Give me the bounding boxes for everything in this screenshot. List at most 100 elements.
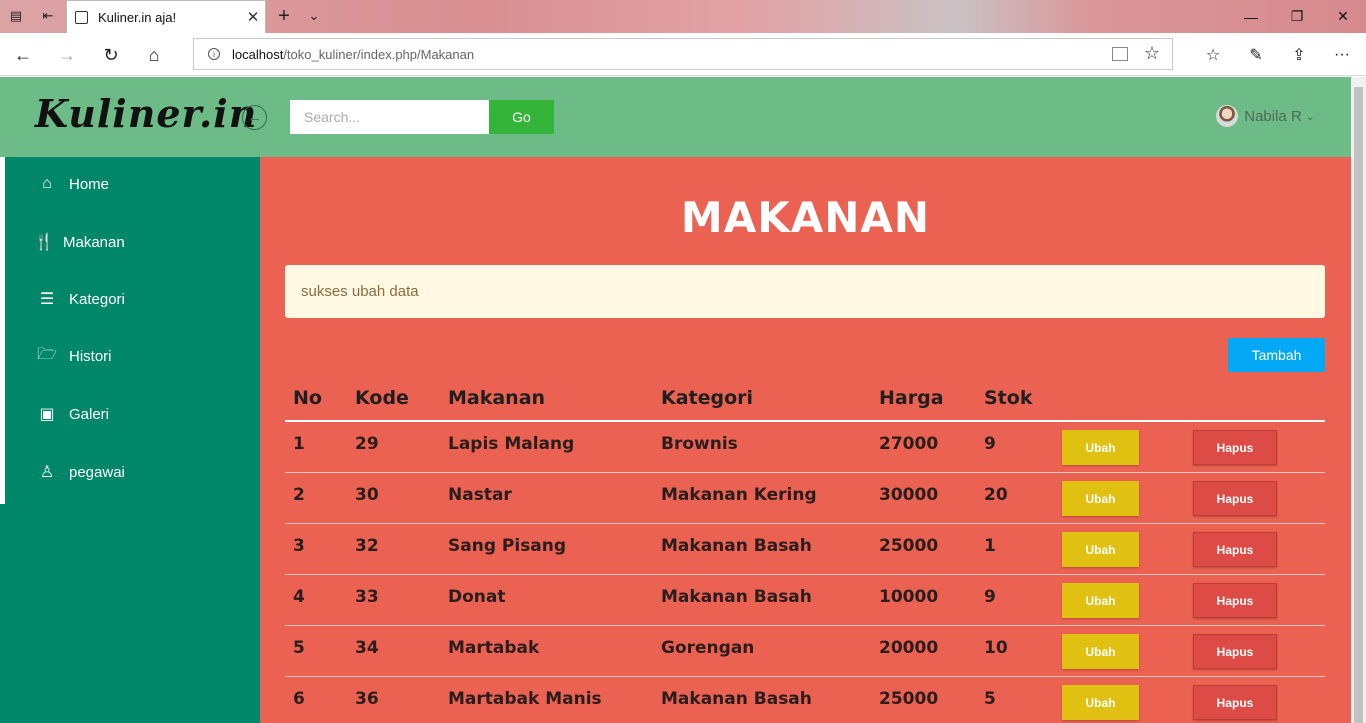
table-body: 1 29 Lapis Malang Brownis 27000 9 Ubah Hapus 2 30… xyxy=(285,422,1325,723)
delete-button[interactable]: Hapus xyxy=(1193,481,1277,516)
edit-button[interactable]: Ubah xyxy=(1062,634,1139,669)
cell-makanan: Lapis Malang xyxy=(448,434,575,454)
cell-harga: 25000 xyxy=(879,536,939,556)
main-content: MAKANAN sukses ubah data Tambah No Kode … xyxy=(260,157,1351,723)
sidebar-item-galeri[interactable]: ▣ Galeri xyxy=(5,394,260,434)
share-icon[interactable]: ⇪ xyxy=(1286,43,1312,67)
edit-button[interactable]: Ubah xyxy=(1062,532,1139,567)
vertical-scrollbar[interactable] xyxy=(1351,77,1366,723)
set-aside-tabs-icon[interactable]: ⇤ xyxy=(36,5,60,27)
restore-icon[interactable]: ❐ xyxy=(1274,0,1320,33)
pen-icon[interactable]: ✎ xyxy=(1243,43,1269,67)
forward-arrow-icon[interactable]: → xyxy=(52,42,82,68)
sidebar-item-label: Makanan xyxy=(63,233,125,251)
favorite-star-icon[interactable]: ☆ xyxy=(1144,43,1160,64)
delete-button[interactable]: Hapus xyxy=(1193,685,1277,720)
sidebar-toggle-icon[interactable]: ← xyxy=(242,105,267,130)
scrollbar-thumb[interactable] xyxy=(1354,87,1363,723)
url-host: localhost xyxy=(232,46,284,62)
table-row: 3 32 Sang Pisang Makanan Basah 25000 1 Ubah Hap… xyxy=(285,524,1325,575)
cell-kode: 34 xyxy=(355,638,379,658)
sidebar-item-kategori[interactable]: ☰ Kategori xyxy=(5,279,260,319)
column-header-makanan: Makanan xyxy=(448,387,546,409)
tab-actions-icon[interactable]: ▤ xyxy=(4,5,28,27)
cell-makanan: Martabak Manis xyxy=(448,689,602,709)
edit-button[interactable]: Ubah xyxy=(1062,481,1139,516)
food-table: No Kode Makanan Kategori Harga Stok 1 29 L… xyxy=(285,379,1325,723)
home-browser-icon[interactable]: ⌂ xyxy=(139,42,169,68)
cell-no: 3 xyxy=(293,536,305,556)
cell-kategori: Makanan Kering xyxy=(661,485,817,505)
new-tab-icon[interactable]: + xyxy=(272,5,296,27)
cell-no: 2 xyxy=(293,485,305,505)
cell-stok: 5 xyxy=(984,689,996,709)
add-button[interactable]: Tambah xyxy=(1228,338,1325,372)
more-menu-icon[interactable]: ··· xyxy=(1329,43,1355,67)
user-menu[interactable]: Nabila R ⌄ xyxy=(1216,105,1315,127)
cell-kode: 32 xyxy=(355,536,379,556)
browser-tab-bar: ▤ ⇤ Kuliner.in aja! ✕ + ⌄ — ❐ ✕ xyxy=(0,0,1366,33)
cell-kode: 29 xyxy=(355,434,379,454)
page-title: MAKANAN xyxy=(680,193,931,242)
column-header-kode: Kode xyxy=(355,387,409,409)
edit-button[interactable]: Ubah xyxy=(1062,583,1139,618)
browser-tab[interactable]: Kuliner.in aja! ✕ xyxy=(66,0,266,33)
delete-button[interactable]: Hapus xyxy=(1193,430,1277,465)
url-field[interactable]: i localhost/toko_kuliner/index.php/Makan… xyxy=(193,38,1173,70)
cell-stok: 20 xyxy=(984,485,1008,505)
search-input[interactable] xyxy=(290,100,489,134)
sidebar-item-label: Galeri xyxy=(69,405,110,423)
sidebar-item-histori[interactable]: 🗁 Histori xyxy=(5,336,260,376)
cell-kategori: Gorengan xyxy=(661,638,755,658)
sidebar-item-label: Histori xyxy=(69,347,112,365)
cell-harga: 25000 xyxy=(879,689,939,709)
table-row: 5 34 Martabak Gorengan 20000 10 Ubah Hapus xyxy=(285,626,1325,677)
delete-button[interactable]: Hapus xyxy=(1193,634,1277,669)
folder-open-icon: 🗁 xyxy=(37,345,57,363)
minimize-icon[interactable]: — xyxy=(1228,0,1274,33)
sidebar-item-label: pegawai xyxy=(69,463,125,481)
edit-button[interactable]: Ubah xyxy=(1062,685,1139,720)
cell-kode: 33 xyxy=(355,587,379,607)
cell-stok: 9 xyxy=(984,434,996,454)
table-row: 6 36 Martabak Manis Makanan Basah 25000 5 Ubah… xyxy=(285,677,1325,723)
page-icon xyxy=(75,10,88,24)
home-icon: ⌂ xyxy=(42,175,52,192)
cell-harga: 20000 xyxy=(879,638,939,658)
delete-button[interactable]: Hapus xyxy=(1193,532,1277,567)
back-arrow-icon[interactable]: ← xyxy=(8,42,38,68)
cell-no: 1 xyxy=(293,434,305,454)
refresh-icon[interactable]: ↻ xyxy=(96,42,126,68)
column-header-no: No xyxy=(293,387,322,409)
cell-kategori: Brownis xyxy=(661,434,738,454)
site-logo[interactable]: Kuliner.in xyxy=(35,91,257,136)
sidebar-item-pegawai[interactable]: ♙ pegawai xyxy=(5,452,260,492)
page-viewport: Kuliner.in ← Go Nabila R ⌄ ⌂ Home 🍴 Maka… xyxy=(0,77,1351,723)
cell-kode: 30 xyxy=(355,485,379,505)
cell-stok: 10 xyxy=(984,638,1008,658)
sidebar: ⌂ Home 🍴 Makanan ☰ Kategori 🗁 Histori ▣ … xyxy=(0,157,260,723)
cell-kategori: Makanan Basah xyxy=(661,689,812,709)
chevron-down-icon[interactable]: ⌄ xyxy=(302,5,326,27)
table-row: 1 29 Lapis Malang Brownis 27000 9 Ubah Hapus xyxy=(285,422,1325,473)
close-window-icon[interactable]: ✕ xyxy=(1320,0,1366,33)
close-tab-icon[interactable]: ✕ xyxy=(241,8,265,26)
cell-no: 4 xyxy=(293,587,305,607)
sidebar-item-home[interactable]: ⌂ Home xyxy=(5,164,260,204)
column-header-kategori: Kategori xyxy=(661,387,754,409)
cell-no: 6 xyxy=(293,689,305,709)
user-name: Nabila R xyxy=(1244,107,1302,125)
reading-view-icon[interactable] xyxy=(1112,47,1128,61)
sidebar-item-makanan[interactable]: 🍴 Makanan xyxy=(5,222,260,262)
go-button[interactable]: Go xyxy=(489,100,554,134)
top-navbar: Kuliner.in ← Go Nabila R ⌄ xyxy=(0,77,1351,157)
info-icon[interactable]: i xyxy=(208,48,220,60)
cell-kode: 36 xyxy=(355,689,379,709)
success-alert: sukses ubah data xyxy=(285,265,1325,318)
cell-kategori: Makanan Basah xyxy=(661,587,812,607)
sidebar-item-label: Kategori xyxy=(69,290,125,308)
edit-button[interactable]: Ubah xyxy=(1062,430,1139,465)
table-row: 2 30 Nastar Makanan Kering 30000 20 Ubah Hapus xyxy=(285,473,1325,524)
favorites-hub-icon[interactable]: ☆ xyxy=(1200,43,1226,67)
delete-button[interactable]: Hapus xyxy=(1193,583,1277,618)
